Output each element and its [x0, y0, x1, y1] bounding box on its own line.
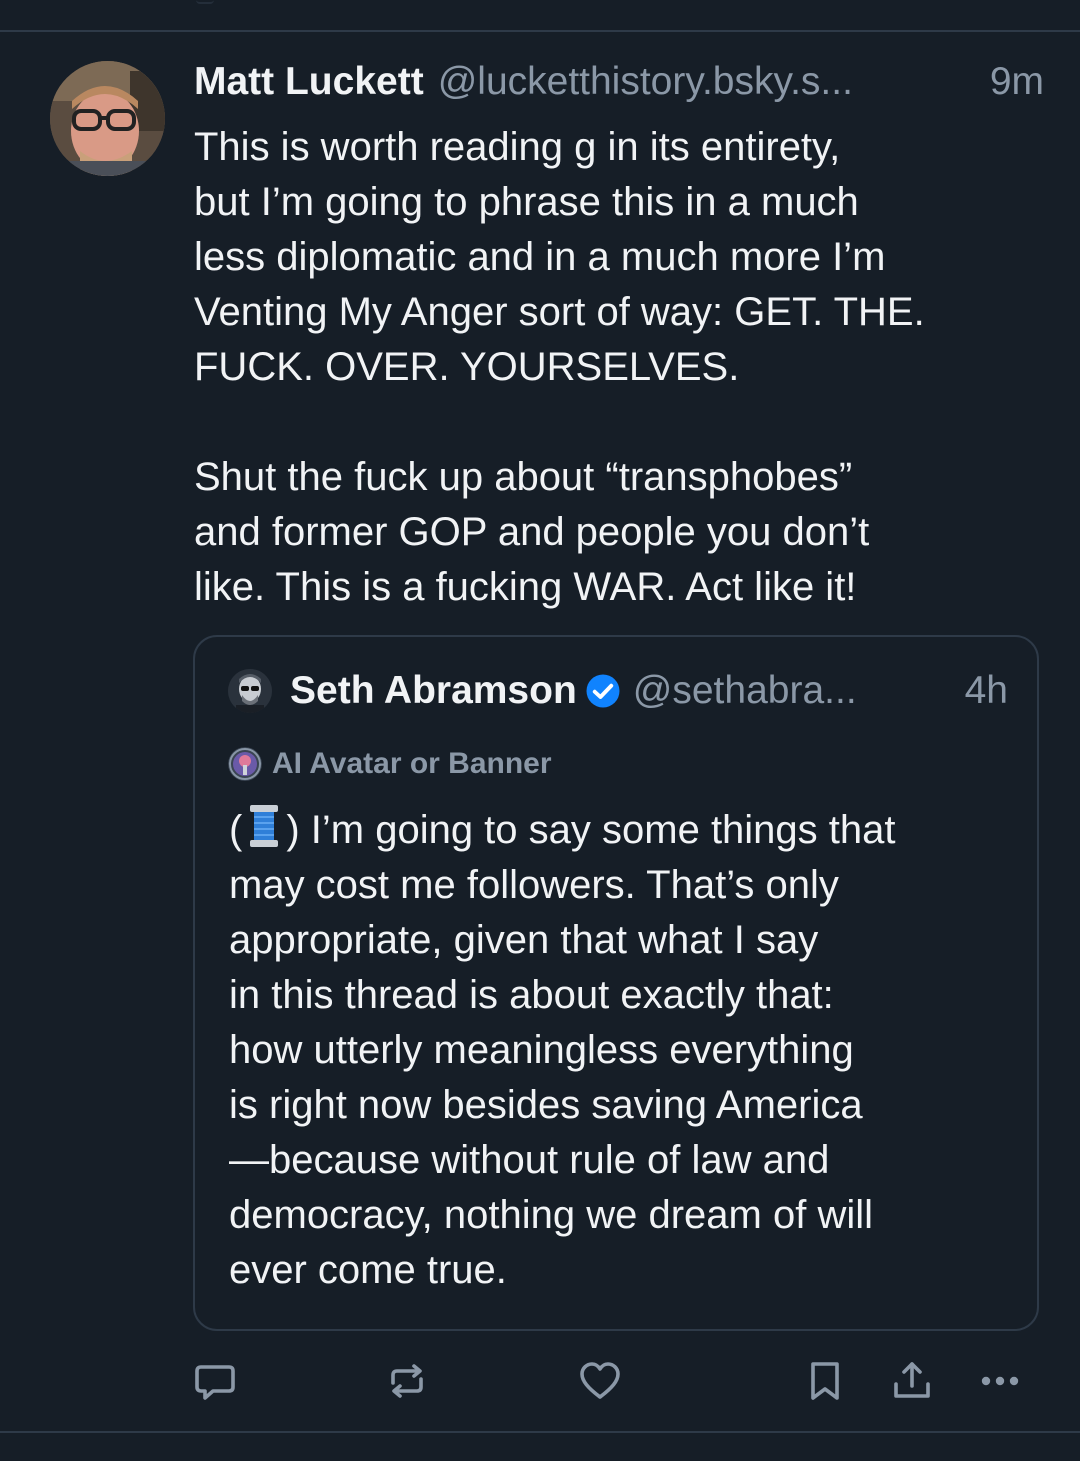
author-avatar-image — [50, 61, 165, 176]
reply-button[interactable] — [190, 1356, 240, 1406]
post-text: This is worth reading g in its entirety,… — [194, 125, 925, 609]
heart-icon — [580, 1362, 620, 1399]
top-divider — [0, 30, 1080, 32]
author-name[interactable]: Matt Luckett — [194, 60, 424, 104]
more-options-button[interactable] — [975, 1356, 1025, 1406]
reply-icon — [195, 1365, 235, 1400]
labeler-icon — [228, 747, 262, 781]
bookmark-icon — [811, 1362, 839, 1400]
like-button[interactable] — [575, 1356, 625, 1406]
more-icon — [981, 1376, 1019, 1386]
author-avatar[interactable] — [50, 61, 165, 176]
quoted-post-text: ( ) I’m going to say some things that ma… — [229, 803, 1019, 1298]
previous-post-connector — [196, 0, 214, 4]
author-handle[interactable]: @lucketthistory.bsky.s... — [438, 60, 966, 104]
share-button[interactable] — [887, 1356, 937, 1406]
post-header: Matt Luckett @lucketthistory.bsky.s... 9… — [194, 60, 1044, 112]
share-icon — [894, 1362, 930, 1398]
quoted-post-timestamp[interactable]: 4h — [965, 669, 1008, 713]
quoted-post-header: Seth Abramson @sethabra... 4h — [228, 669, 1008, 713]
verified-badge-icon[interactable] — [585, 673, 621, 709]
quoted-author-handle[interactable]: @sethabra... — [633, 669, 949, 713]
bookmark-button[interactable] — [800, 1356, 850, 1406]
repost-button[interactable] — [382, 1356, 432, 1406]
repost-icon — [391, 1364, 423, 1398]
content-label[interactable]: AI Avatar or Banner — [228, 747, 552, 781]
post-timestamp[interactable]: 9m — [990, 60, 1044, 104]
quoted-author-avatar-image — [228, 669, 272, 713]
quoted-text-open-paren: ( — [229, 808, 243, 852]
quoted-author-avatar[interactable] — [228, 669, 272, 713]
quoted-text-body: ) I’m going to say some things that may … — [229, 808, 896, 1292]
post-body[interactable]: Matt Luckett @lucketthistory.bsky.s... 9… — [194, 60, 1044, 615]
post-actions — [0, 1356, 1080, 1406]
thread-spool-emoji — [250, 805, 279, 847]
bottom-divider — [0, 1431, 1080, 1433]
quoted-author-name[interactable]: Seth Abramson — [290, 669, 577, 713]
quoted-post-card[interactable]: Seth Abramson @sethabra... 4h AI Avatar … — [193, 635, 1039, 1331]
content-label-text: AI Avatar or Banner — [272, 747, 552, 780]
